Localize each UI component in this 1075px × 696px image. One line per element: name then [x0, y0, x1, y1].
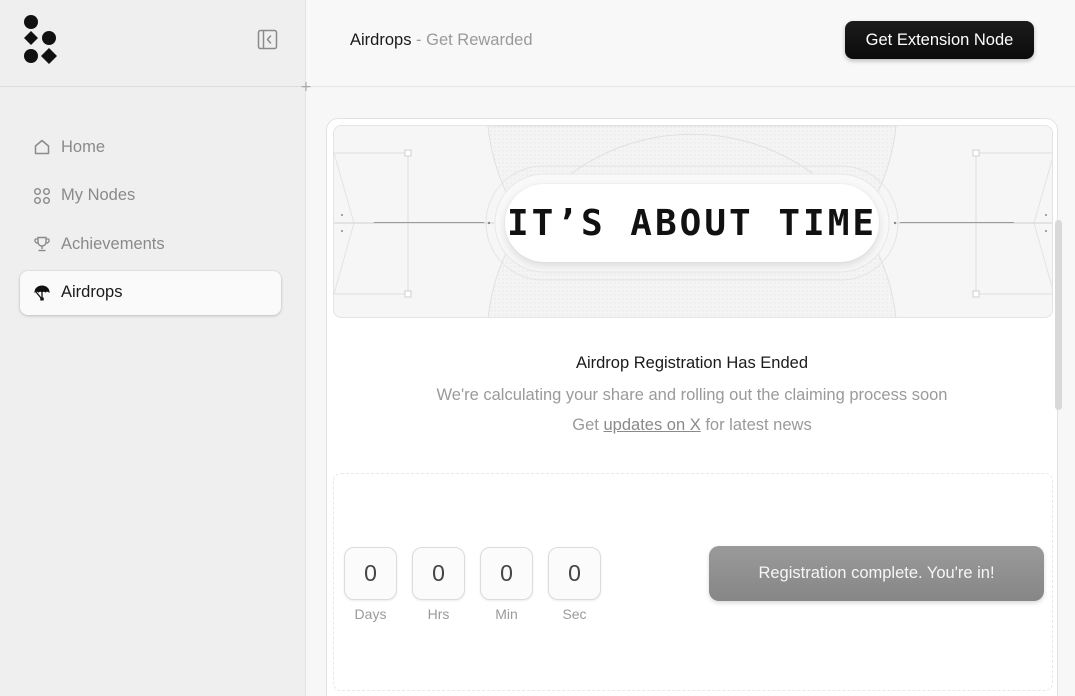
banner-headline: IT’S ABOUT TIME — [505, 184, 879, 262]
top-header: Airdrops - Get Rewarded Get Extension No… — [307, 0, 1075, 87]
banner: IT’S ABOUT TIME — [333, 125, 1053, 318]
sidebar-item-label: Achievements — [61, 234, 165, 253]
countdown-label: Min — [495, 606, 518, 622]
countdown-minutes: 0 Min — [480, 547, 533, 622]
sidebar-item-my-nodes[interactable]: My Nodes — [20, 174, 281, 218]
sidebar-item-airdrops[interactable]: Airdrops — [20, 270, 281, 315]
countdown-value: 0 — [412, 547, 465, 600]
sidebar-nav: Home My Nodes Achievements Airdrops — [20, 125, 281, 319]
countdown-value: 0 — [548, 547, 601, 600]
scrollbar[interactable] — [1054, 220, 1063, 412]
sidebar: Home My Nodes Achievements Airdrops — [0, 0, 306, 696]
airdrop-card: IT’S ABOUT TIME Airdrop Registration Has… — [326, 118, 1058, 696]
news-prefix: Get — [572, 416, 604, 434]
countdown-value: 0 — [480, 547, 533, 600]
collapse-sidebar-icon[interactable] — [257, 29, 278, 50]
breadcrumb: Airdrops - Get Rewarded — [350, 31, 533, 50]
news-suffix: for latest news — [700, 416, 812, 434]
registration-status: Airdrop Registration Has Ended We're cal… — [327, 354, 1057, 435]
sidebar-header — [0, 0, 305, 87]
countdown-seconds: 0 Sec — [548, 547, 601, 622]
countdown-days: 0 Days — [344, 547, 397, 622]
sidebar-item-label: Home — [61, 137, 106, 156]
countdown-label: Hrs — [427, 606, 450, 622]
countdown-value: 0 — [344, 547, 397, 600]
sidebar-item-home[interactable]: Home — [20, 125, 281, 169]
breadcrumb-current: Airdrops — [350, 31, 412, 49]
scrollbar-thumb[interactable] — [1055, 220, 1062, 410]
trophy-icon — [33, 235, 51, 253]
countdown-panel: 0 Days 0 Hrs 0 Min 0 Sec Registration co… — [333, 473, 1053, 691]
corner-cross-icon: + — [300, 79, 312, 95]
sidebar-item-achievements[interactable]: Achievements — [20, 222, 281, 266]
countdown-label: Days — [354, 606, 387, 622]
parachute-icon — [33, 284, 51, 302]
breadcrumb-subtitle: Get Rewarded — [426, 31, 533, 49]
updates-on-x-link[interactable]: updates on X — [603, 416, 700, 434]
breadcrumb-separator: - — [411, 31, 427, 49]
home-icon — [33, 138, 51, 156]
nodes-icon — [33, 187, 51, 205]
registration-complete-button[interactable]: Registration complete. You're in! — [709, 546, 1044, 601]
countdown-label: Sec — [562, 606, 587, 622]
status-news-line: Get updates on X for latest news — [327, 416, 1057, 435]
sidebar-item-label: My Nodes — [61, 186, 136, 204]
countdown-hours: 0 Hrs — [412, 547, 465, 622]
status-title: Airdrop Registration Has Ended — [575, 354, 809, 372]
sidebar-item-label: Airdrops — [61, 283, 123, 301]
app-logo[interactable] — [22, 15, 58, 65]
status-subtitle: We're calculating your share and rolling… — [436, 386, 948, 404]
get-extension-node-button[interactable]: Get Extension Node — [845, 21, 1034, 59]
